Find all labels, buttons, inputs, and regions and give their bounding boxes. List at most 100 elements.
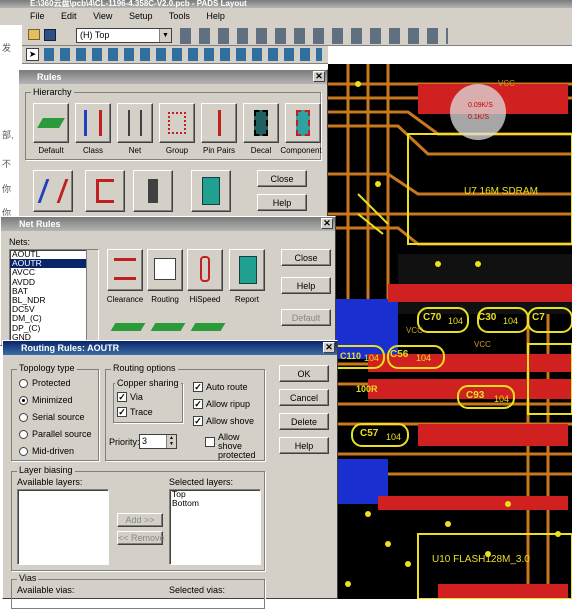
toolbar-icons bbox=[178, 28, 448, 44]
allow-shove-protected-label: Allow shove protected bbox=[218, 432, 256, 460]
save-icon[interactable] bbox=[44, 29, 56, 41]
bg-text-3: 不 bbox=[2, 159, 12, 169]
routing-button[interactable] bbox=[147, 249, 183, 291]
menu-setup[interactable]: Setup bbox=[129, 11, 153, 21]
selected-vias-label: Selected vias: bbox=[169, 585, 226, 595]
routing-rules-title: Routing Rules: AOUTR bbox=[21, 343, 120, 353]
available-layers-list[interactable] bbox=[17, 489, 109, 565]
delete-button[interactable]: Delete bbox=[279, 413, 329, 430]
pcb-canvas[interactable]: 0.09K/S 0.1K/S VCC U7 16M SDRAM VCC VCC … bbox=[328, 64, 572, 599]
net-rules-default-button[interactable]: Default bbox=[281, 309, 331, 326]
rules-report-button[interactable] bbox=[191, 170, 231, 212]
clearance-button[interactable] bbox=[107, 249, 143, 291]
app-title-bar: E:\360云盘\pcb\4\CL-1196-4.358C-V2.0.pcb -… bbox=[0, 0, 572, 8]
component-icon bbox=[296, 110, 310, 136]
board-icon-3 bbox=[190, 323, 226, 331]
part-c56: C56 bbox=[390, 349, 409, 360]
allow-shove-protected-checkbox[interactable] bbox=[205, 437, 215, 447]
help-button[interactable]: Help bbox=[279, 437, 329, 454]
open-icon[interactable] bbox=[28, 29, 40, 40]
topology-mid-driven-radio[interactable] bbox=[19, 447, 28, 456]
rules-close-button[interactable]: Close bbox=[257, 170, 307, 187]
rules-pinpairs-label: Pin Pairs bbox=[202, 146, 235, 155]
topology-serial-radio[interactable] bbox=[19, 413, 28, 422]
label-u7: U7 16M SDRAM bbox=[464, 186, 538, 197]
remove-layer-button[interactable]: << Remove bbox=[117, 531, 165, 545]
report-label: Report bbox=[234, 295, 259, 304]
part-c7: C7 bbox=[532, 312, 545, 323]
rules-class-button[interactable] bbox=[75, 103, 111, 143]
rules-net-label: Net bbox=[128, 146, 142, 155]
via-checkbox[interactable]: ✓ bbox=[117, 392, 127, 402]
rules-default-button[interactable] bbox=[33, 103, 69, 143]
net-rules-close-button[interactable]: Close bbox=[281, 249, 331, 266]
nets-label: Nets: bbox=[9, 237, 31, 247]
net-rules-help-button[interactable]: Help bbox=[281, 277, 331, 294]
net-rules-title: Net Rules bbox=[19, 219, 61, 229]
net-rules-title-bar: Net Rules ✕ bbox=[1, 217, 335, 231]
select-arrow-icon[interactable]: ➤ bbox=[26, 48, 39, 61]
rules-decal-button[interactable] bbox=[243, 103, 279, 143]
routing-rules-close-icon[interactable]: ✕ bbox=[323, 342, 335, 353]
rules-net-button[interactable] bbox=[117, 103, 153, 143]
trace-checkbox[interactable]: ✓ bbox=[117, 407, 127, 417]
rules-fanout-button[interactable] bbox=[133, 170, 173, 212]
rules-pinpairs-button[interactable] bbox=[201, 103, 237, 143]
rules-help-button[interactable]: Help bbox=[257, 194, 307, 211]
net-rules-close-icon[interactable]: ✕ bbox=[321, 218, 333, 229]
priority-value: 3 bbox=[142, 436, 148, 446]
nets-list[interactable]: AOUTL AOUTR AVCC AVDD BAT BL_NDR DC5V DM… bbox=[9, 249, 99, 341]
topology-minimized-radio[interactable] bbox=[19, 396, 28, 405]
net-icon bbox=[128, 110, 142, 136]
part-104-e: 104 bbox=[494, 394, 510, 404]
menu-view[interactable]: View bbox=[93, 11, 112, 21]
cancel-button[interactable]: Cancel bbox=[279, 389, 329, 406]
differential-icon bbox=[96, 179, 114, 203]
default-icon bbox=[37, 118, 65, 128]
bg-text-4: 你 bbox=[2, 184, 12, 194]
allow-shove-checkbox[interactable]: ✓ bbox=[193, 416, 203, 426]
ok-button[interactable]: OK bbox=[279, 365, 329, 382]
trace-label: Trace bbox=[130, 407, 153, 417]
part-c110: C110 bbox=[340, 351, 362, 361]
class-icon bbox=[84, 110, 102, 136]
pin-pairs-icon bbox=[218, 110, 221, 136]
allow-shove-label: Allow shove bbox=[206, 416, 255, 426]
label-u10: U10 FLASH128M_3.0 bbox=[432, 554, 530, 565]
spinner-arrows-icon[interactable]: ▲ ▼ bbox=[166, 435, 176, 448]
label-vcc-1: VCC bbox=[498, 79, 515, 88]
selected-layers-list[interactable]: Top Bottom bbox=[169, 489, 261, 565]
app-title: E:\360云盘\pcb\4\CL-1196-4.358C-V2.0.pcb -… bbox=[30, 0, 247, 8]
rules-close-icon[interactable]: ✕ bbox=[313, 71, 325, 82]
nets-scrollbar[interactable] bbox=[86, 250, 98, 340]
selected-layer-bottom[interactable]: Bottom bbox=[170, 498, 260, 508]
hispeed-button[interactable] bbox=[187, 249, 223, 291]
net-rules-dialog: Net Rules ✕ Nets: AOUTL AOUTR AVCC AVDD … bbox=[0, 216, 336, 346]
available-layers-label: Available layers: bbox=[17, 477, 83, 487]
clearance-icon bbox=[114, 258, 136, 280]
rules-group-button[interactable] bbox=[159, 103, 195, 143]
rules-conditional-button[interactable] bbox=[33, 170, 73, 212]
hispeed-icon bbox=[200, 256, 210, 282]
menu-edit[interactable]: Edit bbox=[61, 11, 77, 21]
topology-parallel-radio[interactable] bbox=[19, 430, 28, 439]
label-vcc-2: VCC bbox=[406, 326, 423, 335]
decal-icon bbox=[254, 110, 268, 136]
menu-help[interactable]: Help bbox=[206, 11, 225, 21]
via-label: Via bbox=[130, 392, 143, 402]
rules-component-button[interactable] bbox=[285, 103, 321, 143]
part-104-b: 104 bbox=[503, 316, 519, 326]
allow-ripup-checkbox[interactable]: ✓ bbox=[193, 399, 203, 409]
board-icon-1 bbox=[110, 323, 146, 331]
report-button[interactable] bbox=[229, 249, 265, 291]
layer-select[interactable]: (H) Top ▼ bbox=[76, 28, 172, 43]
rules-differential-button[interactable] bbox=[85, 170, 125, 212]
topology-protected-radio[interactable] bbox=[19, 379, 28, 388]
rules-title: Rules bbox=[37, 72, 62, 82]
priority-spinner[interactable]: 3 ▲ ▼ bbox=[139, 434, 177, 449]
menu-tools[interactable]: Tools bbox=[169, 11, 190, 21]
menu-file[interactable]: File bbox=[30, 11, 45, 21]
add-layer-button[interactable]: Add >> bbox=[117, 513, 163, 527]
part-104-a: 104 bbox=[448, 316, 464, 326]
auto-route-checkbox[interactable]: ✓ bbox=[193, 382, 203, 392]
